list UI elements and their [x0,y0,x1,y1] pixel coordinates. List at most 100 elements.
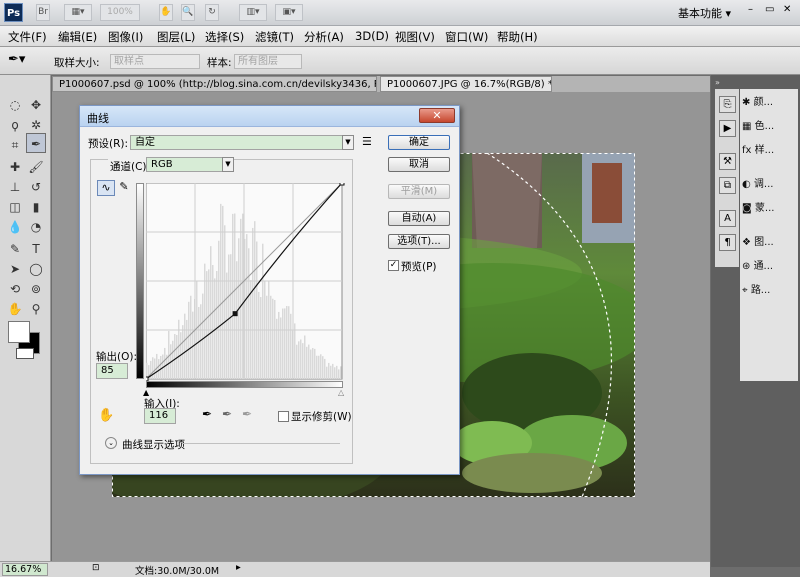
pencil-tool-icon[interactable]: ✎ [117,180,131,196]
sample-size-label: 取样大小: [54,57,100,69]
brush-tool-icon[interactable]: 🖌 [26,157,46,177]
paths-panel-button[interactable]: ⌖ 路... [742,281,797,301]
hand-tool-icon[interactable]: ✋ [5,299,25,319]
channel-dropdown-arrow[interactable]: ▼ [222,157,234,172]
stamp-tool-icon[interactable]: ⊥ [5,177,25,197]
menu-3d[interactable]: 3D(D) [355,29,389,43]
channels-panel-button[interactable]: ⊛ 通... [742,257,797,277]
histogram-bar [340,366,342,379]
masks-panel-button[interactable]: ◙ 蒙... [742,199,797,219]
white-point-slider-icon[interactable]: △ [338,388,344,397]
ok-button[interactable]: 确定 [388,135,450,150]
eraser-tool-icon[interactable]: ◫ [5,197,25,217]
status-icon[interactable]: ⊡ [92,563,100,573]
curve-graph[interactable] [146,183,346,383]
on-image-adjust-icon[interactable]: ✋ [98,408,114,423]
foreground-color-swatch[interactable] [8,321,30,343]
styles-panel-button[interactable]: fx 样... [742,141,797,161]
3d-rotate-icon[interactable]: ⟲ [5,279,25,299]
menu-layer[interactable]: 图层(L) [157,29,195,45]
zoom-field[interactable]: 16.67% [2,563,48,576]
pen-tool-icon[interactable]: ✎ [5,239,25,259]
menu-view[interactable]: 视图(V) [395,29,435,45]
white-eyedropper-icon[interactable]: ✒ [242,407,252,421]
eyedropper-tool-icon[interactable]: ✒ [26,133,46,153]
paragraph-panel-icon[interactable]: ¶ [719,234,736,251]
menu-help[interactable]: 帮助(H) [497,29,538,45]
history-brush-icon[interactable]: ↺ [26,177,46,197]
minimize-button[interactable]: – [748,4,753,15]
menu-image[interactable]: 图像(I) [108,29,143,45]
tab-jpg-document[interactable]: P1000607.JPG @ 16.7%(RGB/8) * × [380,76,552,92]
screen-mode-icon[interactable]: ▣▾ [275,4,303,21]
color-panel-button[interactable]: ✱ 颜... [742,93,797,113]
arrange-documents-icon[interactable]: ▥▾ [239,4,267,21]
dialog-close-button[interactable]: ✕ [419,108,455,123]
path-select-icon[interactable]: ➤ [5,259,25,279]
clone-source-icon[interactable]: ⧉ [719,177,736,194]
tool-presets-icon[interactable]: ⚒ [719,153,736,170]
shape-tool-icon[interactable]: ◯ [26,259,46,279]
auto-button[interactable]: 自动(A) [388,211,450,226]
type-tool-icon[interactable]: T [26,239,46,259]
marquee-tool-icon[interactable]: ◌ [5,95,25,115]
dodge-tool-icon[interactable]: ◔ [26,217,46,237]
bridge-icon[interactable]: Br [36,4,50,21]
layers-panel-button[interactable]: ❖ 图... [742,233,797,253]
magic-wand-icon[interactable]: ✲ [26,115,46,135]
gradient-tool-icon[interactable]: ▮ [26,197,46,217]
zoom-tool-icon[interactable]: ⚲ [26,299,46,319]
cancel-button[interactable]: 取消 [388,157,450,172]
dialog-title-bar[interactable]: 曲线 ✕ [80,106,459,127]
histogram-bar [280,317,282,379]
histogram-bar [252,227,254,379]
actions-panel-icon[interactable]: ▶ [719,120,736,137]
eyedropper-preset-icon[interactable]: ✒▾ [8,52,25,67]
preset-select[interactable]: 自定 [130,135,343,150]
menu-analysis[interactable]: 分析(A) [304,29,344,45]
show-clipping-checkbox[interactable] [278,411,289,422]
adjustments-panel-button[interactable]: ◐ 调... [742,175,797,195]
menu-edit[interactable]: 编辑(E) [58,29,97,45]
menu-window[interactable]: 窗口(W) [445,29,488,45]
preview-checkbox[interactable]: ✓ [388,260,399,271]
preset-dropdown-arrow[interactable]: ▼ [342,135,354,150]
channel-select[interactable]: RGB [146,157,226,172]
lasso-tool-icon[interactable]: ϙ [5,115,25,135]
history-panel-icon[interactable]: ⎘ [719,96,736,113]
healing-tool-icon[interactable]: ✚ [5,157,25,177]
black-eyedropper-icon[interactable]: ✒ [202,407,212,421]
sample-size-select[interactable]: 取样点 [110,54,200,69]
close-app-button[interactable]: ✕ [783,4,791,15]
expand-chevron-icon[interactable]: ⌄ [105,437,117,449]
view-extras-icon[interactable]: ▦▾ [64,4,92,21]
input-field[interactable]: 116 [144,408,176,424]
character-panel-icon[interactable]: A [719,210,736,227]
quick-mask-icon[interactable] [16,348,34,359]
3d-orbit-icon[interactable]: ⊚ [26,279,46,299]
swatches-panel-button[interactable]: ▦ 色... [742,117,797,137]
blur-tool-icon[interactable]: 💧 [5,217,25,237]
hand-icon[interactable]: ✋ [159,4,173,21]
smooth-button[interactable]: 平滑(M) [388,184,450,199]
zoom-icon[interactable]: 🔍 [181,4,195,21]
dock-collapse-icon[interactable]: » [715,78,796,88]
menu-select[interactable]: 选择(S) [205,29,244,45]
preset-options-icon[interactable]: ☰ [362,135,372,148]
rotate-view-icon[interactable]: ↻ [205,4,219,21]
sample-select[interactable]: 所有图层 [234,54,302,69]
gray-eyedropper-icon[interactable]: ✒ [222,407,232,421]
move-tool-icon[interactable]: ✥ [26,95,46,115]
dialog-title: 曲线 [87,112,109,125]
workspace-switcher[interactable]: 基本功能 ▾ [678,5,731,21]
output-field[interactable]: 85 [96,363,128,379]
status-menu-arrow[interactable]: ▸ [236,562,241,573]
menu-filter[interactable]: 滤镜(T) [255,29,294,45]
curve-point-tool-icon[interactable]: ∿ [97,180,115,196]
restore-button[interactable]: ▭ [765,4,774,15]
options-button[interactable]: 选项(T)... [388,234,450,249]
crop-tool-icon[interactable]: ⌗ [5,135,25,155]
menu-file[interactable]: 文件(F) [8,29,47,45]
tab-psd-document[interactable]: P1000607.psd @ 100% (http://blog.sina.co… [52,76,377,92]
zoom-level-select[interactable]: 100% [100,4,140,21]
